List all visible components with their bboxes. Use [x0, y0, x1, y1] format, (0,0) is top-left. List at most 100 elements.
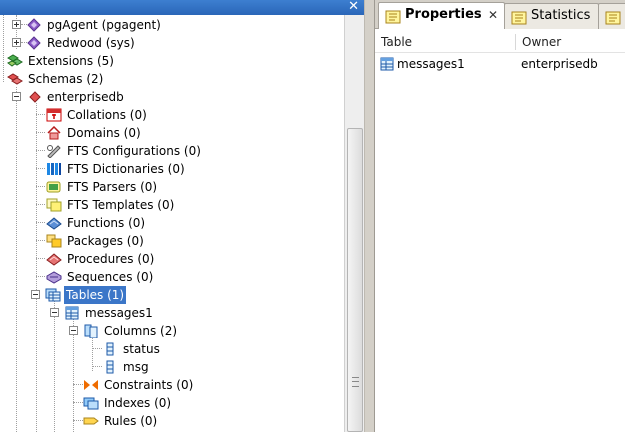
tree-node-status[interactable]: status	[0, 340, 340, 358]
tree-node-domains[interactable]: Domains (0)	[0, 124, 340, 142]
tree-node-enterprisedb[interactable]: enterprisedb	[0, 88, 340, 106]
tree-node-fts-templates[interactable]: FTS Templates (0)	[0, 196, 340, 214]
close-icon[interactable]: ✕	[348, 0, 359, 15]
tree-node-label: Indexes (0)	[104, 396, 172, 410]
packages-icon	[46, 234, 62, 248]
tree-scrollbar[interactable]	[344, 15, 364, 432]
tree-node-label: Packages (0)	[67, 234, 144, 248]
rules-icon	[83, 414, 99, 428]
tree-node-label: status	[123, 342, 160, 356]
tree-node-tables[interactable]: Tables (1)	[0, 286, 340, 304]
column-header-owner[interactable]: Owner	[516, 31, 561, 53]
tab-statistics[interactable]: Statistics	[504, 3, 599, 29]
properties-pane: Properties ✕ Statistics Table Owner mess…	[375, 0, 625, 432]
fts-dictionaries-icon	[46, 162, 62, 176]
tree-node-fts-configurations[interactable]: FTS Configurations (0)	[0, 142, 340, 160]
tab-properties[interactable]: Properties ✕	[378, 2, 505, 29]
tree-node-label: Redwood (sys)	[47, 36, 135, 50]
tree-node-procedures[interactable]: Procedures (0)	[0, 250, 340, 268]
tree-node-label: Extensions (5)	[28, 54, 114, 68]
sequences-icon	[46, 270, 62, 284]
collations-icon	[46, 108, 62, 122]
domains-icon	[46, 126, 62, 140]
tree-node-redwood[interactable]: Redwood (sys)	[0, 34, 340, 52]
tree-node-columns[interactable]: Columns (2)	[0, 322, 340, 340]
tree-node-sequences[interactable]: Sequences (0)	[0, 268, 340, 286]
fts-parsers-icon	[46, 180, 62, 194]
tree-node-messages1[interactable]: messages1	[0, 304, 340, 322]
tree-node-label: FTS Templates (0)	[67, 198, 175, 212]
tree-node-label: Columns (2)	[104, 324, 178, 338]
column-icon	[102, 360, 118, 374]
column-icon	[102, 342, 118, 356]
tables-icon	[45, 288, 61, 302]
collapse-icon[interactable]	[50, 308, 59, 317]
object-browser-title-bar: ✕	[0, 0, 364, 15]
procedures-icon	[46, 252, 62, 266]
object-browser-pane: ✕ pgAgent (pgagent) Redwood (sys) Extens…	[0, 0, 364, 432]
cell-owner: enterprisedb	[521, 57, 598, 71]
table-icon	[64, 306, 80, 320]
tree-node-pgagent[interactable]: pgAgent (pgagent)	[0, 16, 340, 34]
extensions-icon	[7, 54, 23, 68]
column-header-table[interactable]: Table	[375, 31, 412, 53]
expand-icon[interactable]	[12, 38, 21, 47]
collapse-icon[interactable]	[31, 290, 40, 299]
tree-node-label: Procedures (0)	[67, 252, 155, 266]
tree-node-fts-dictionaries[interactable]: FTS Dictionaries (0)	[0, 160, 340, 178]
object-tree: pgAgent (pgagent) Redwood (sys) Extensio…	[0, 15, 344, 432]
tree-node-schemas[interactable]: Schemas (2)	[0, 70, 340, 88]
fts-templates-icon	[46, 198, 62, 212]
columns-icon	[83, 324, 99, 338]
tree-node-label: Functions (0)	[67, 216, 146, 230]
tree-node-constraints[interactable]: Constraints (0)	[0, 376, 340, 394]
statistics-icon	[511, 10, 527, 25]
properties-header: Table Owner	[375, 31, 625, 53]
constraints-icon	[83, 378, 99, 392]
tree-node-fts-parsers[interactable]: FTS Parsers (0)	[0, 178, 340, 196]
tree-node-label: msg	[123, 360, 149, 374]
indexes-icon	[83, 396, 99, 410]
tree-node-label: FTS Dictionaries (0)	[67, 162, 185, 176]
tree-node-label: Sequences (0)	[67, 270, 154, 284]
table-row[interactable]: messages1 enterprisedb	[375, 54, 625, 74]
tree-node-label: Schemas (2)	[28, 72, 104, 86]
pane-splitter[interactable]	[364, 0, 375, 432]
tab-strip: Properties ✕ Statistics	[375, 0, 625, 29]
cell-table-name: messages1	[397, 57, 465, 71]
tab-label: Statistics	[531, 8, 591, 23]
tree-node-indexes[interactable]: Indexes (0)	[0, 394, 340, 412]
tree-node-rules[interactable]: Rules (0)	[0, 412, 340, 430]
tab-label: Properties	[405, 7, 482, 22]
tree-node-label: enterprisedb	[47, 90, 124, 104]
scrollbar-thumb[interactable]	[347, 128, 363, 432]
tree-node-label: FTS Parsers (0)	[67, 180, 158, 194]
fts-configurations-icon	[46, 144, 62, 158]
tab-icon	[605, 10, 621, 25]
tree-node-label: Domains (0)	[67, 126, 141, 140]
tree-node-extensions[interactable]: Extensions (5)	[0, 52, 340, 70]
close-icon[interactable]: ✕	[488, 3, 498, 27]
tab-partial[interactable]	[598, 3, 625, 29]
tree-node-packages[interactable]: Packages (0)	[0, 232, 340, 250]
collapse-icon[interactable]	[12, 92, 21, 101]
tree-node-label: messages1	[85, 306, 153, 320]
table-icon	[379, 57, 395, 71]
tree-node-label: Rules (0)	[104, 414, 158, 428]
catalog-icon	[26, 18, 42, 32]
catalog-icon	[26, 36, 42, 50]
schema-icon	[27, 90, 43, 104]
functions-icon	[46, 216, 62, 230]
tree-node-label: Collations (0)	[67, 108, 147, 122]
tree-node-functions[interactable]: Functions (0)	[0, 214, 340, 232]
tree-node-collations[interactable]: Collations (0)	[0, 106, 340, 124]
tree-node-msg[interactable]: msg	[0, 358, 340, 376]
tree-node-label: pgAgent (pgagent)	[47, 18, 161, 32]
schemas-icon	[7, 72, 23, 86]
grip-icon	[352, 377, 359, 387]
properties-icon	[385, 9, 401, 24]
collapse-icon[interactable]	[69, 326, 78, 335]
expand-icon[interactable]	[12, 20, 21, 29]
tree-node-label: FTS Configurations (0)	[67, 144, 201, 158]
tree-node-label: Constraints (0)	[104, 378, 194, 392]
